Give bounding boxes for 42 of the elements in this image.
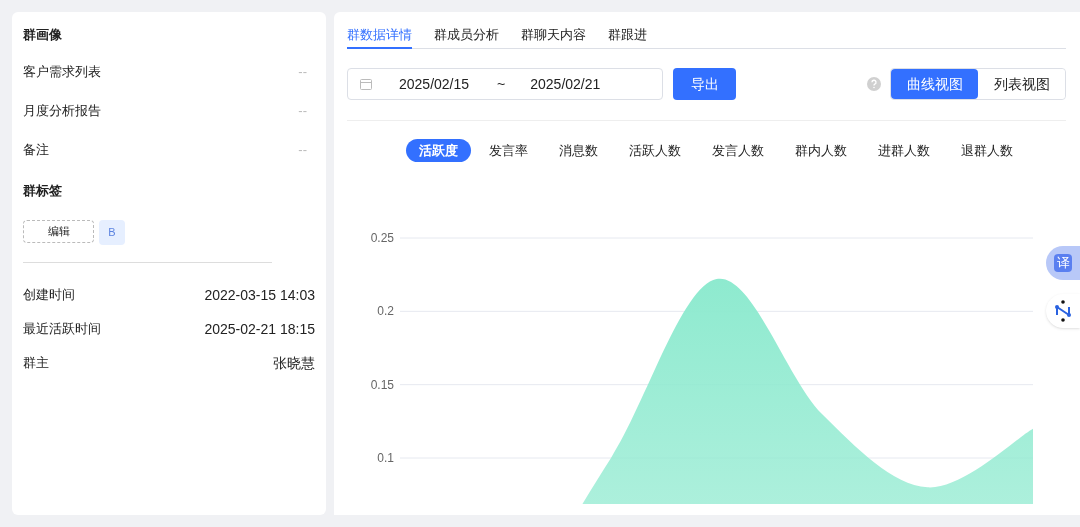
field-value: --	[298, 141, 307, 160]
tab[interactable]: 群跟进	[608, 22, 647, 49]
field-label: 月度分析报告	[23, 102, 101, 121]
tab[interactable]: 群成员分析	[434, 22, 499, 49]
metric-pill[interactable]: 群内人数	[782, 139, 860, 162]
info-label: 群主	[23, 354, 49, 373]
network-button[interactable]	[1046, 294, 1080, 328]
y-tick-label: 0.25	[370, 231, 394, 245]
network-icon	[1053, 300, 1073, 322]
info-value: 张晓慧	[273, 353, 315, 373]
info-value: 2022-03-15 14:03	[204, 285, 315, 305]
tab[interactable]: 群聊天内容	[521, 22, 586, 49]
start-date: 2025/02/15	[399, 74, 470, 94]
y-tick-label: 0.15	[370, 377, 394, 392]
info-label: 创建时间	[23, 286, 75, 305]
metric-pill[interactable]: 活跃度	[406, 139, 471, 162]
edit-button[interactable]: 编辑	[23, 220, 94, 243]
y-tick-label: 0.2	[377, 304, 394, 319]
export-button[interactable]: 导出	[673, 68, 736, 100]
calendar-icon	[360, 78, 372, 90]
field-value: --	[298, 63, 307, 82]
tag: B	[99, 220, 125, 245]
metric-pill[interactable]: 退群人数	[948, 139, 1026, 162]
info-label: 最近活跃时间	[23, 320, 101, 339]
range-separator: ~	[497, 74, 506, 94]
y-tick-label: 0.1	[377, 451, 394, 465]
date-range-field[interactable]: 2025/02/15 ~ 2025/02/21	[347, 68, 663, 100]
metric-pill[interactable]: 进群人数	[865, 139, 943, 162]
metric-pill[interactable]: 发言人数	[699, 139, 777, 162]
metric-pill[interactable]: 活跃人数	[616, 139, 694, 162]
metric-pill[interactable]: 消息数	[546, 139, 611, 162]
info-value: 2025-02-21 18:15	[204, 319, 315, 339]
section-title: 群画像	[23, 26, 63, 44]
section-title: 群标签	[23, 182, 63, 200]
field-label: 备注	[23, 141, 49, 160]
tab[interactable]: 群数据详情	[347, 22, 412, 49]
view-toggle[interactable]: 曲线视图	[891, 69, 978, 99]
field-value: --	[298, 102, 307, 121]
end-date: 2025/02/21	[530, 74, 601, 94]
field-label: 客户需求列表	[23, 63, 101, 82]
metric-pill[interactable]: 发言率	[476, 139, 541, 162]
translate-button[interactable]: 译	[1046, 246, 1080, 280]
